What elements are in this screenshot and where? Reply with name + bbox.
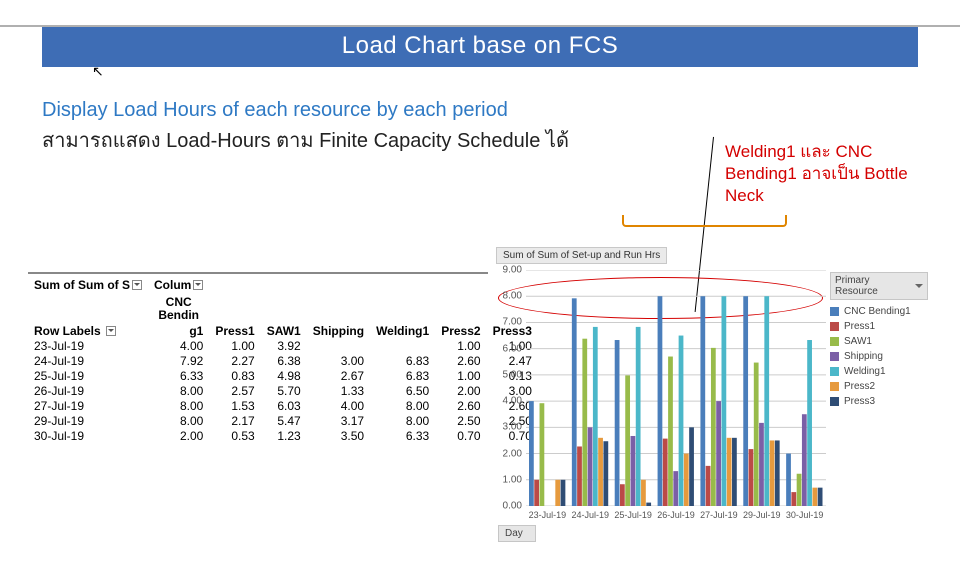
legend-item[interactable]: Press1 — [830, 319, 928, 334]
legend-item[interactable]: CNC Bending1 — [830, 304, 928, 319]
pivot-col-0: CNCBendin — [148, 292, 209, 322]
legend-item[interactable]: Welding1 — [830, 364, 928, 379]
legend-item[interactable]: SAW1 — [830, 334, 928, 349]
page-title: Load Chart base on FCS — [42, 25, 918, 67]
x-axis-field-selector[interactable]: Day — [498, 525, 536, 542]
chart-svg — [526, 270, 826, 506]
bottleneck-annotation: Welding1 และ CNC Bending1 อาจเป็น Bottle… — [725, 141, 920, 207]
legend-item[interactable]: Shipping — [830, 349, 928, 364]
table-row: 24-Jul-197.922.276.383.006.832.602.47 — [28, 353, 538, 368]
table-row: 23-Jul-194.001.003.921.001.00 — [28, 338, 538, 353]
pivot-column-field[interactable]: Colum — [148, 274, 209, 292]
legend-item[interactable]: Press3 — [830, 394, 928, 409]
chart-legend: Primary Resource CNC Bending1Press1SAW1S… — [830, 272, 928, 409]
pivot-column-headers: Row Labels g1 Press1 SAW1 Shipping Weldi… — [28, 322, 538, 338]
table-row: 30-Jul-192.000.531.233.506.330.700.70 — [28, 428, 538, 443]
chevron-down-icon[interactable] — [106, 326, 116, 336]
chevron-down-icon[interactable] — [132, 280, 142, 290]
subtitle-en: Display Load Hours of each resource by e… — [42, 99, 960, 122]
pivot-table: Sum of Sum of S Colum CNCBendin Row Labe… — [28, 272, 488, 443]
legend-field-selector[interactable]: Primary Resource — [830, 272, 928, 300]
chart-x-axis: 23-Jul-1924-Jul-1925-Jul-1926-Jul-1927-J… — [526, 506, 826, 520]
table-row: 25-Jul-196.330.834.982.676.831.000.13 — [28, 368, 538, 383]
mouse-cursor-icon: ↖ — [92, 63, 104, 80]
table-row: 27-Jul-198.001.536.034.008.002.602.60 — [28, 398, 538, 413]
chart-y-axis: 0.001.002.003.004.005.006.007.008.009.00 — [496, 270, 524, 506]
chart-title: Sum of Sum of Set-up and Run Hrs — [496, 247, 667, 264]
chevron-down-icon[interactable] — [193, 280, 203, 290]
chart-plot-area: 0.001.002.003.004.005.006.007.008.009.00… — [526, 270, 826, 506]
annotation-brace — [622, 215, 787, 227]
chevron-down-icon — [915, 284, 923, 292]
pivot-measure-field[interactable]: Sum of Sum of S — [28, 274, 148, 292]
table-row: 26-Jul-198.002.575.701.336.502.003.00 — [28, 383, 538, 398]
legend-item[interactable]: Press2 — [830, 379, 928, 394]
pivot-row-field[interactable]: Row Labels — [28, 322, 148, 338]
load-chart: Sum of Sum of Set-up and Run Hrs 0.001.0… — [496, 246, 928, 542]
table-row: 29-Jul-198.002.175.473.178.002.502.50 — [28, 413, 538, 428]
